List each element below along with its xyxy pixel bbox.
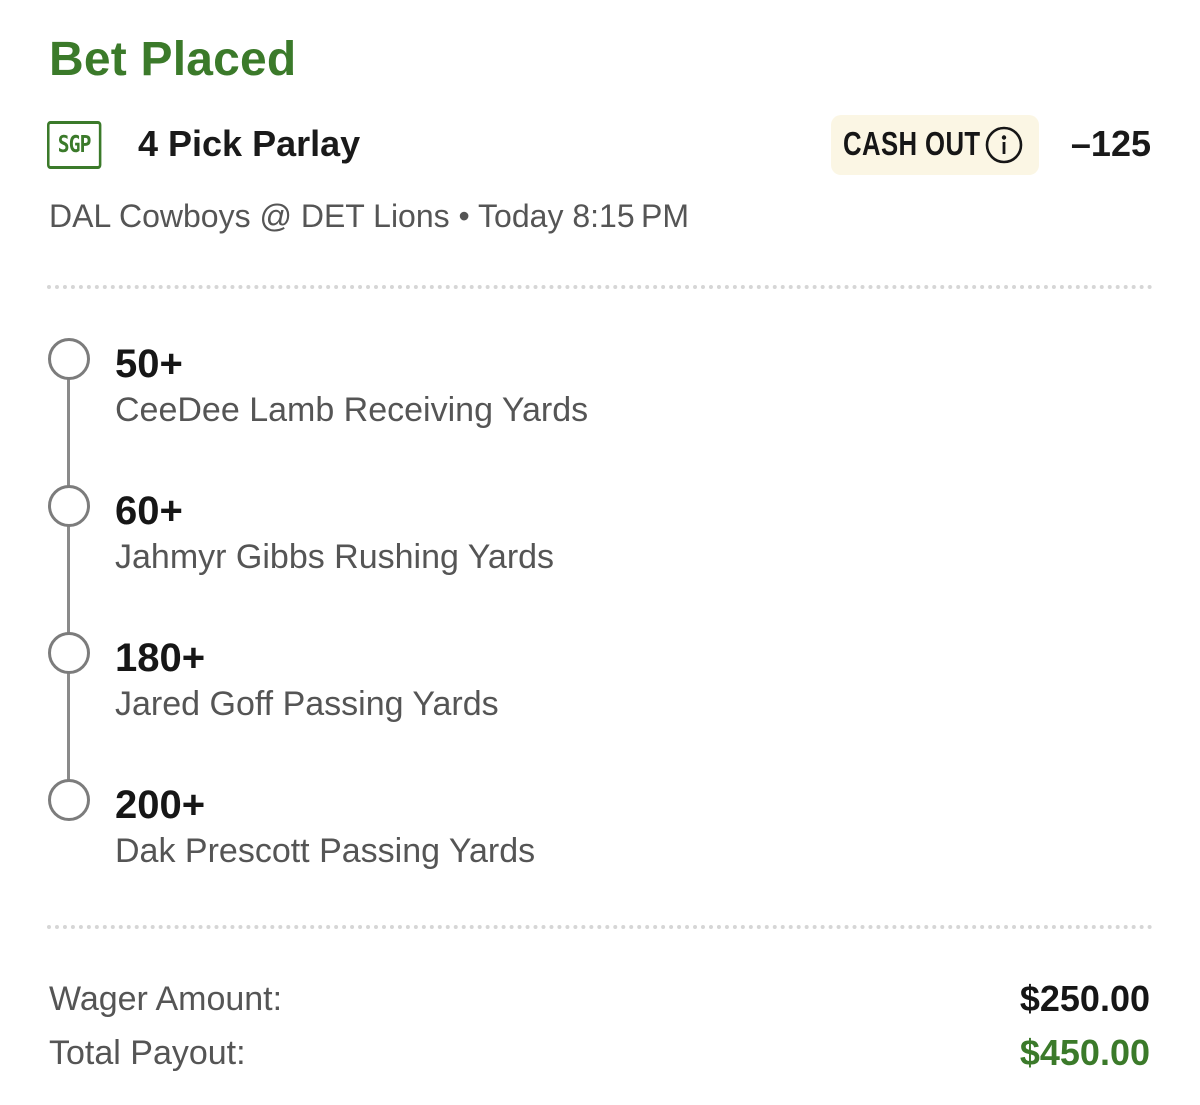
leg-market: Dak Prescott Passing Yards (115, 832, 536, 870)
leg-line: 180+ (115, 636, 206, 680)
divider (47, 925, 1153, 929)
divider (47, 285, 1153, 289)
bet-summary-row: SGP 4 Pick Parlay CASH OUT –125 (47, 115, 1151, 176)
leg-line: 60+ (115, 489, 183, 533)
info-icon[interactable] (984, 125, 1024, 165)
empty-circle-icon (48, 779, 90, 821)
cash-out-label: CASH OUT (843, 125, 981, 162)
sgp-badge: SGP (47, 121, 102, 169)
cash-out-button[interactable]: CASH OUT (831, 115, 1039, 175)
total-payout-value: $450.00 (1019, 1032, 1150, 1073)
empty-circle-icon (48, 485, 90, 527)
bet-status-title: Bet Placed (49, 33, 297, 86)
wager-amount-label: Wager Amount: (49, 980, 283, 1018)
wager-amount-value: $250.00 (1019, 978, 1150, 1019)
bet-odds: –125 (1070, 123, 1151, 164)
game-matchup-time: DAL Cowboys @ DET Lions • Today 8:15 PM (49, 198, 690, 234)
empty-circle-icon (48, 338, 90, 380)
leg-line: 200+ (115, 783, 206, 827)
leg-line: 50+ (115, 342, 183, 386)
bet-type-title: 4 Pick Parlay (138, 123, 361, 164)
leg-market: CeeDee Lamb Receiving Yards (115, 391, 589, 429)
leg-market: Jahmyr Gibbs Rushing Yards (115, 538, 555, 576)
legs-timeline (67, 378, 70, 786)
leg-market: Jared Goff Passing Yards (115, 685, 499, 723)
total-payout-label: Total Payout: (49, 1034, 246, 1072)
empty-circle-icon (48, 632, 90, 674)
